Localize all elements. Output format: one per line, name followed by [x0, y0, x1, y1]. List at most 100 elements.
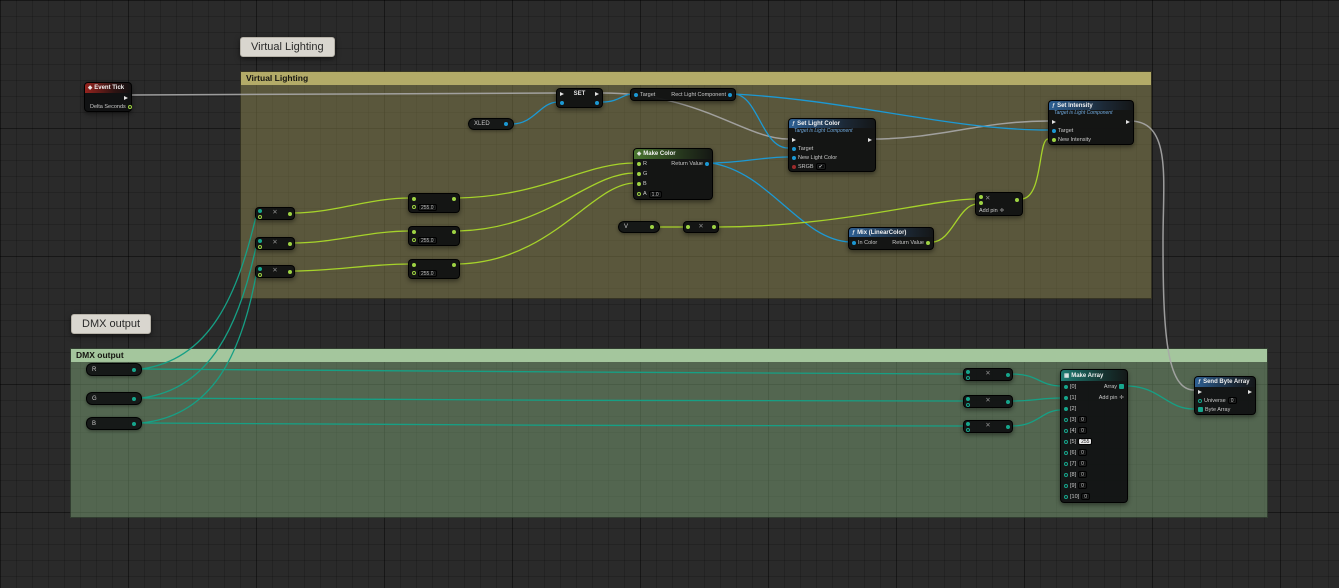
in-pin[interactable]: [412, 263, 416, 267]
new-intensity-pin[interactable]: [1052, 138, 1056, 142]
exec-in-pin[interactable]: [1052, 120, 1056, 124]
new-light-color-pin[interactable]: [792, 156, 796, 160]
node-divide-255-r[interactable]: 255.0: [408, 193, 460, 213]
byte-array-pin[interactable]: [1198, 407, 1203, 412]
node-divide-255-g[interactable]: 255.0: [408, 226, 460, 246]
add-pin-label[interactable]: Add pin: [1099, 395, 1118, 401]
node-multiply-v[interactable]: ✕: [683, 221, 719, 233]
make-array-header[interactable]: ▦ Make Array: [1061, 370, 1127, 381]
node-set-light-color[interactable]: ƒ Set Light Color Target is Light Compon…: [788, 118, 876, 172]
node-get-r[interactable]: R: [86, 363, 142, 376]
g-in-pin[interactable]: [637, 172, 641, 176]
array-element-pin[interactable]: [1064, 462, 1068, 466]
array-element-value[interactable]: 0: [1078, 482, 1087, 489]
multiply-out-pin[interactable]: [288, 212, 292, 216]
mix-header[interactable]: ƒ Mix (LinearColor): [849, 228, 933, 237]
comment-title-virtual-lighting[interactable]: Virtual Lighting: [241, 72, 1151, 85]
b-in-pin[interactable]: [637, 182, 641, 186]
multiply-out-pin[interactable]: [1006, 425, 1010, 429]
array-element-pin[interactable]: [1064, 440, 1068, 444]
set-value-out-pin[interactable]: [595, 101, 599, 105]
add-pin-icon[interactable]: ✛: [1119, 395, 1124, 401]
multiply-in-pin-b[interactable]: [258, 215, 262, 219]
universe-value-field[interactable]: 0: [1228, 397, 1237, 404]
rect-light-out-pin[interactable]: [728, 93, 732, 97]
array-element-pin[interactable]: [1064, 429, 1068, 433]
node-get-v[interactable]: V: [618, 221, 660, 233]
array-output-pin[interactable]: [1119, 384, 1124, 389]
exec-out-pin[interactable]: [868, 138, 872, 142]
target-pin[interactable]: [792, 147, 796, 151]
exec-out-pin[interactable]: [124, 96, 128, 100]
array-element-pin[interactable]: [1064, 418, 1068, 422]
node-make-array[interactable]: ▦ Make Array [0] Array [1] Add pin ✛ [2]…: [1060, 369, 1128, 503]
exec-in-pin[interactable]: [1198, 390, 1202, 394]
r-output-pin[interactable]: [132, 368, 136, 372]
multiply-out-pin[interactable]: [712, 225, 716, 229]
multiply-in-pin-b[interactable]: [966, 376, 970, 380]
array-element-pin[interactable]: [1064, 451, 1068, 455]
out-pin[interactable]: [452, 263, 456, 267]
multiply-in-pin-a[interactable]: [258, 267, 262, 271]
value-field[interactable]: 255.0: [418, 270, 437, 277]
array-element-value[interactable]: 0: [1078, 471, 1087, 478]
target-in-pin[interactable]: [634, 93, 638, 97]
multiply-out-pin[interactable]: [1015, 198, 1019, 202]
multiply-in-pin-a[interactable]: [966, 397, 970, 401]
multiply-in-pin-b[interactable]: [966, 403, 970, 407]
exec-in-pin[interactable]: [560, 92, 564, 96]
out-pin[interactable]: [452, 197, 456, 201]
node-get-xled[interactable]: XLED: [468, 118, 514, 130]
node-set-xled[interactable]: SET: [556, 88, 603, 108]
literal-pin[interactable]: [412, 271, 416, 275]
multiply-out-pin[interactable]: [1006, 373, 1010, 377]
node-set-intensity[interactable]: ƒ Set Intensity Target is Light Componen…: [1048, 100, 1134, 145]
set-intensity-header[interactable]: ƒ Set Intensity: [1049, 101, 1133, 110]
add-pin-label[interactable]: Add pin: [979, 208, 998, 214]
literal-pin[interactable]: [412, 205, 416, 209]
add-pin-icon[interactable]: ✛: [1000, 208, 1005, 214]
multiply-in-pin-b[interactable]: [258, 273, 262, 277]
a-in-pin[interactable]: [637, 192, 641, 196]
in-pin[interactable]: [412, 197, 416, 201]
in-color-pin[interactable]: [852, 241, 856, 245]
set-value-in-pin[interactable]: [560, 101, 564, 105]
multiply-in-pin-a[interactable]: [979, 195, 983, 199]
make-color-header[interactable]: ◈ Make Color: [634, 149, 712, 159]
node-event-tick[interactable]: ◆ Event Tick Delta Seconds: [84, 82, 132, 112]
event-tick-header[interactable]: ◆ Event Tick: [85, 83, 131, 93]
node-divide-255-b[interactable]: 255.0: [408, 259, 460, 279]
value-field[interactable]: 255.0: [418, 204, 437, 211]
exec-out-pin[interactable]: [595, 92, 599, 96]
multiply-out-pin[interactable]: [288, 270, 292, 274]
return-value-pin[interactable]: [705, 162, 709, 166]
node-make-color[interactable]: ◈ Make Color R Return Value G B A 1.0: [633, 148, 713, 200]
array-element-pin[interactable]: [1064, 495, 1068, 499]
delta-seconds-pin[interactable]: [128, 105, 132, 109]
node-multiply-dmx-g[interactable]: ✕: [963, 395, 1013, 408]
multiply-in-pin-a[interactable]: [258, 239, 262, 243]
multiply-in-pin-a[interactable]: [966, 370, 970, 374]
universe-pin[interactable]: [1198, 399, 1202, 403]
exec-out-pin[interactable]: [1126, 120, 1130, 124]
multiply-in-pin-a[interactable]: [966, 422, 970, 426]
blueprint-canvas[interactable]: Virtual Lighting DMX output: [0, 0, 1339, 588]
array-element-pin[interactable]: [1064, 473, 1068, 477]
g-output-pin[interactable]: [132, 397, 136, 401]
array-element-pin[interactable]: [1064, 407, 1068, 411]
set-light-color-header[interactable]: ƒ Set Light Color: [789, 119, 875, 128]
node-multiply-intensity[interactable]: ✕ Add pin ✛: [975, 192, 1023, 216]
add-pin-row[interactable]: Add pin ✛: [976, 206, 1022, 215]
multiply-in-pin[interactable]: [686, 225, 690, 229]
v-output-pin[interactable]: [650, 225, 654, 229]
srgb-pin[interactable]: [792, 165, 796, 169]
multiply-in-pin-b[interactable]: [258, 245, 262, 249]
node-multiply-dmx-r[interactable]: ✕: [963, 368, 1013, 381]
node-send-byte-array[interactable]: ƒ Send Byte Array Universe 0 Byte Array: [1194, 376, 1256, 415]
node-mix-linearcolor[interactable]: ƒ Mix (LinearColor) In Color Return Valu…: [848, 227, 934, 250]
array-element-value[interactable]: 0: [1081, 493, 1090, 500]
array-element-value[interactable]: 255: [1078, 438, 1092, 445]
multiply-out-pin[interactable]: [1006, 400, 1010, 404]
comment-title-dmx-output[interactable]: DMX output: [71, 349, 1267, 362]
node-multiply-b[interactable]: ✕: [255, 265, 295, 278]
